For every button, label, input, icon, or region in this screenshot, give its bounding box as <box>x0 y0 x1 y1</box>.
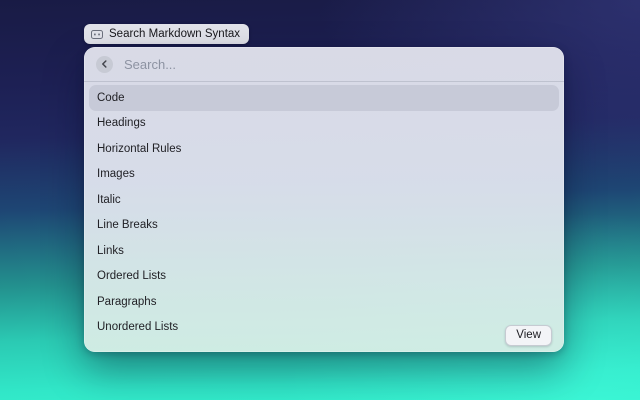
list-item[interactable]: Ordered Lists <box>89 264 559 290</box>
list-item[interactable]: Line Breaks <box>89 213 559 239</box>
list-item[interactable]: Code <box>89 85 559 111</box>
search-input[interactable] <box>122 56 554 73</box>
list-item[interactable]: Horizontal Rules <box>89 136 559 162</box>
list-item-label: Unordered Lists <box>97 321 178 333</box>
view-button[interactable]: View <box>505 325 552 346</box>
back-button[interactable] <box>96 56 113 73</box>
list-item-label: Images <box>97 168 135 180</box>
list-item-label: Ordered Lists <box>97 270 166 282</box>
list-item-label: Paragraphs <box>97 296 156 308</box>
tooltip-label: Search Markdown Syntax <box>109 28 240 40</box>
list-item-label: Links <box>97 245 124 257</box>
search-bar <box>84 47 564 81</box>
syntax-list: Code Headings Horizontal Rules Images It… <box>84 82 564 340</box>
list-item[interactable]: Italic <box>89 187 559 213</box>
list-item-label: Code <box>97 92 125 104</box>
list-item[interactable]: Images <box>89 162 559 188</box>
list-item[interactable]: Links <box>89 238 559 264</box>
chevron-left-icon <box>101 60 108 68</box>
search-markdown-syntax-tooltip[interactable]: Search Markdown Syntax <box>84 24 249 44</box>
search-popover-panel: Code Headings Horizontal Rules Images It… <box>84 47 564 352</box>
list-item[interactable]: Paragraphs <box>89 289 559 315</box>
list-item-label: Italic <box>97 194 121 206</box>
list-item-label: Line Breaks <box>97 219 158 231</box>
list-item-label: Horizontal Rules <box>97 143 181 155</box>
list-item[interactable]: Unordered Lists <box>89 315 559 341</box>
list-item-label: Headings <box>97 117 146 129</box>
hotkey-badge-icon <box>91 30 103 39</box>
desktop-background: Search Markdown Syntax Code Headings <box>0 0 640 400</box>
list-item[interactable]: Headings <box>89 111 559 137</box>
